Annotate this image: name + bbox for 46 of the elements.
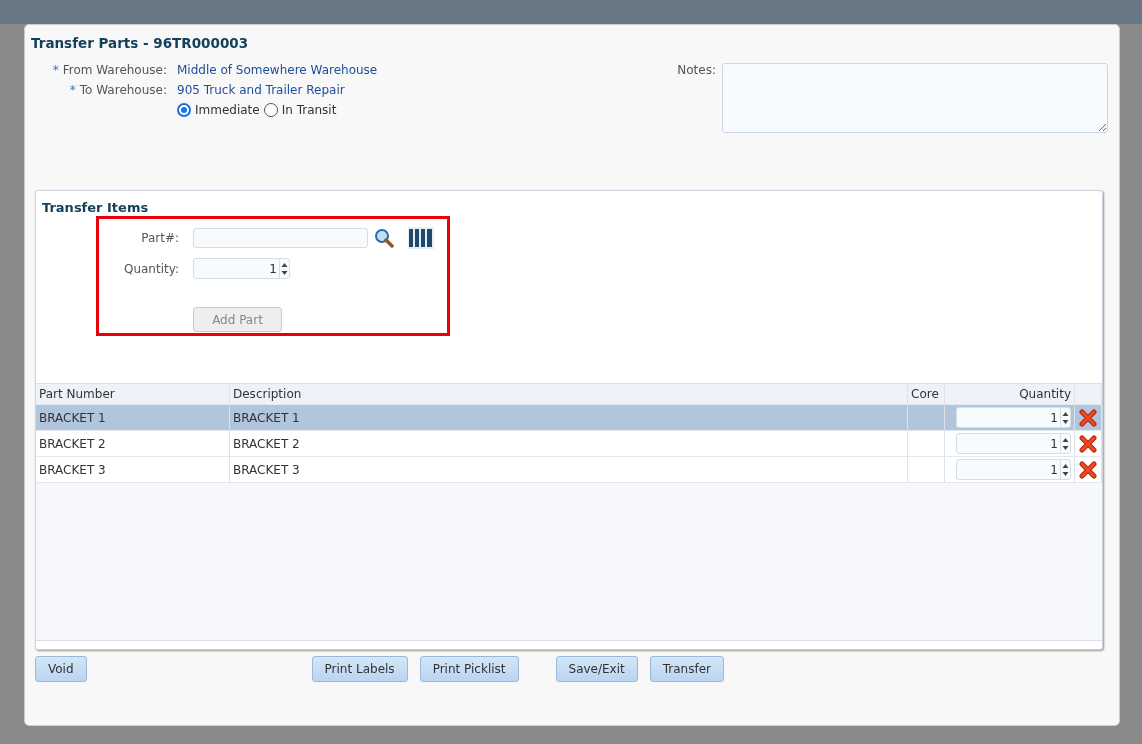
action-button[interactable]: Void [35, 656, 87, 682]
table-cell: BRACKET 3 [36, 457, 230, 482]
part-number-field[interactable] [193, 228, 368, 248]
table-row[interactable]: BRACKET 2 BRACKET 2 1 [36, 431, 1102, 457]
panel-title: Transfer Items [41, 199, 150, 215]
column-header[interactable]: Part Number [36, 384, 230, 404]
spinner-arrows-icon[interactable] [1060, 433, 1070, 454]
quantity-field[interactable]: 1 [956, 433, 1071, 454]
field-value: 905 Truck and Trailer Repair [177, 83, 346, 97]
quantity-field[interactable]: 1 [193, 258, 290, 279]
notes-field[interactable] [722, 63, 1108, 133]
radio-button[interactable] [263, 103, 278, 117]
column-header[interactable]: Core [908, 384, 945, 404]
table-cell: BRACKET 1 [36, 405, 230, 430]
delete-icon[interactable] [1079, 460, 1097, 479]
action-button[interactable]: Save/Exit [555, 656, 638, 682]
field-label: * From Warehouse: [51, 63, 167, 77]
table-row[interactable]: BRACKET 1 BRACKET 1 1 [36, 405, 1102, 431]
table-row[interactable]: BRACKET 3 BRACKET 3 1 [36, 457, 1102, 483]
quantity-label: Quantity: [122, 261, 179, 276]
part-label: Part#: [140, 231, 179, 245]
table-cell: BRACKET 2 [36, 431, 230, 456]
radio-label: Immediate [195, 103, 260, 117]
spinner-arrows-icon[interactable] [279, 258, 289, 279]
spinner-arrows-icon[interactable] [1060, 407, 1070, 428]
radio-button[interactable] [177, 103, 191, 117]
column-header[interactable]: Description [230, 384, 908, 404]
quantity-field[interactable]: 1 [956, 407, 1071, 428]
table-cell: BRACKET 2 [230, 431, 908, 456]
delete-icon[interactable] [1079, 434, 1097, 453]
table-cell: BRACKET 1 [230, 405, 908, 430]
field-label: * To Warehouse: [68, 83, 167, 97]
barcode-icon[interactable] [408, 226, 434, 250]
field-value: Middle of Somewhere Warehouse [177, 63, 378, 77]
quantity-field[interactable]: 1 [956, 459, 1071, 480]
column-header[interactable]: Quantity [945, 384, 1075, 404]
action-button[interactable]: Print Labels [311, 656, 408, 682]
table-cell: BRACKET 3 [230, 457, 908, 482]
dialog-title: Transfer Parts - 96TR000003 [31, 35, 250, 51]
search-icon[interactable] [374, 228, 394, 248]
spinner-arrows-icon[interactable] [1060, 459, 1070, 480]
delete-icon[interactable] [1079, 408, 1097, 427]
action-button[interactable]: Transfer [649, 656, 725, 682]
action-button[interactable]: Print Picklist [419, 656, 519, 682]
notes-label: Notes: [677, 63, 716, 77]
radio-label: In Transit [281, 103, 337, 117]
